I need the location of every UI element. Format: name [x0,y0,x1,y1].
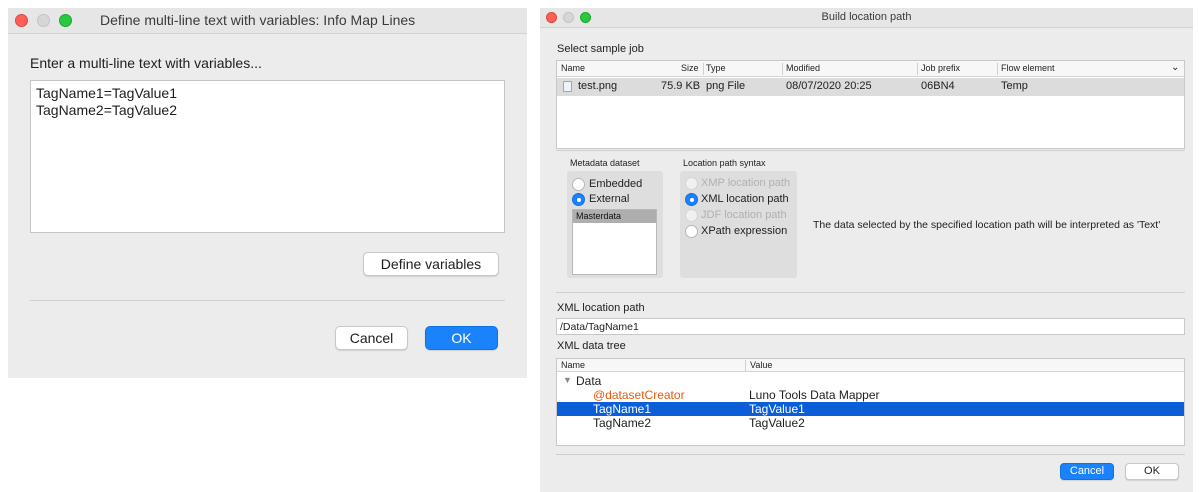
radio-embedded[interactable] [572,178,585,191]
file-icon [563,81,572,92]
chevron-down-icon[interactable]: ⌄ [1171,62,1179,73]
window-title: Define multi-line text with variables: I… [100,12,416,28]
xml-data-tree: Name Value ▼ Data @datasetCreator Luno T… [556,358,1185,446]
column-header-job-prefix[interactable]: Job prefix [921,63,960,73]
ok-button[interactable]: OK [425,326,498,350]
tree-row-root[interactable]: ▼ Data [557,374,1184,388]
dataset-list[interactable]: Masterdata [572,209,657,275]
option-xml-label: XML location path [701,193,789,205]
title-bar: Define multi-line text with variables: I… [8,8,527,34]
sample-job-label: Select sample job [557,43,644,55]
xml-data-tree-label: XML data tree [557,340,626,352]
close-window-icon[interactable] [15,14,28,27]
divider [556,150,1185,151]
radio-xmp-location-path [685,177,698,190]
tree-column-value[interactable]: Value [750,360,772,370]
tree-node-name: @datasetCreator [593,388,685,402]
radio-external[interactable] [572,193,585,206]
tree-node-name: TagName1 [593,402,652,416]
list-item[interactable]: Masterdata [573,210,656,223]
prompt-label: Enter a multi-line text with variables..… [30,55,262,71]
xml-location-path-input[interactable]: /Data/TagName1 [556,318,1185,335]
radio-jdf-location-path [685,209,698,222]
build-location-path-dialog: Build location path Select sample job Na… [540,8,1193,492]
option-xpath-label: XPath expression [701,225,788,237]
divider [556,292,1185,293]
zoom-window-icon[interactable] [59,14,72,27]
column-header-modified[interactable]: Modified [786,63,820,73]
cancel-button[interactable]: Cancel [335,326,408,350]
column-header-name[interactable]: Name [561,63,585,73]
location-path-syntax-group: XMP location path XML location path JDF … [680,171,797,278]
tree-row[interactable]: TagName2 TagValue2 [557,416,1184,430]
cell-size: 75.9 KB [661,80,701,92]
radio-xpath-expression[interactable] [685,225,698,238]
table-row[interactable]: test.png 75.9 KB png File 08/07/2020 20:… [557,78,1184,96]
table-header: Name Size Type Modified Job prefix Flow … [557,61,1184,77]
tree-column-name[interactable]: Name [561,360,585,370]
disclosure-triangle-icon[interactable]: ▼ [563,375,572,385]
divider [556,454,1185,455]
multiline-text-area[interactable]: TagName1=TagValue1 TagName2=TagValue2 [30,80,505,233]
xml-location-path-label: XML location path [557,302,645,314]
metadata-dataset-label: Metadata dataset [570,158,640,168]
divider [30,300,505,301]
cell-name: test.png [578,80,618,92]
column-header-type[interactable]: Type [706,63,726,73]
multiline-text-dialog: Define multi-line text with variables: I… [8,8,527,378]
cell-job-prefix: 06BN4 [921,80,955,92]
tree-node-name: TagName2 [593,416,652,430]
cell-flow-element: Temp [1001,80,1028,92]
tree-node-value: TagValue2 [749,416,805,430]
minimize-window-icon [37,14,50,27]
interpretation-note: The data selected by the specified locat… [813,219,1161,231]
text-line: TagName1=TagValue1 [36,85,178,101]
tree-row-selected[interactable]: TagName1 TagValue1 [557,402,1184,416]
define-variables-button[interactable]: Define variables [363,252,499,276]
option-embedded-label: Embedded [589,178,643,190]
option-xmp-label: XMP location path [701,177,791,189]
tree-node-value: TagValue1 [749,402,805,416]
tree-node-name: Data [576,374,602,388]
tree-node-value: Luno Tools Data Mapper [749,388,880,402]
sample-job-table: Name Size Type Modified Job prefix Flow … [556,60,1185,149]
tree-header: Name Value [557,359,1184,372]
cancel-button[interactable]: Cancel [1060,463,1114,480]
tree-row[interactable]: @datasetCreator Luno Tools Data Mapper [557,388,1184,402]
text-line: TagName2=TagValue2 [36,102,178,118]
location-path-syntax-label: Location path syntax [683,158,766,168]
option-external-label: External [589,193,630,205]
list-item-label: Masterdata [576,211,622,221]
radio-xml-location-path[interactable] [685,193,698,206]
cell-modified: 08/07/2020 20:25 [786,80,872,92]
metadata-dataset-group: Embedded External Masterdata [567,171,663,278]
cell-type: png File [706,80,746,92]
option-jdf-label: JDF location path [701,209,787,221]
title-bar: Build location path [540,8,1193,28]
column-header-size[interactable]: Size [681,63,699,73]
ok-button[interactable]: OK [1125,463,1179,480]
column-header-flow-element[interactable]: Flow element [1001,63,1055,73]
window-title: Build location path [821,11,912,23]
